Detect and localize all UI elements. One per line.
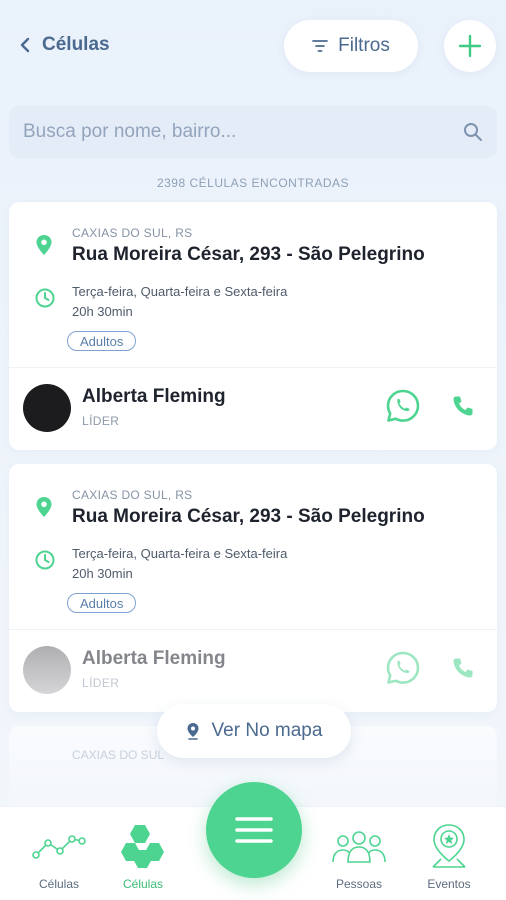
search-input[interactable] [23,121,463,143]
search-bar [9,106,497,158]
nav-label: Pessoas [335,877,383,891]
location-pin-icon [36,497,52,517]
search-icon[interactable] [463,122,483,142]
chevron-left-icon [20,37,30,53]
people-icon [332,831,386,863]
cell-time: 20h 30min [72,566,133,581]
nav-item-pessoas[interactable]: Pessoas [314,821,404,891]
audience-tag: Adultos [67,331,137,351]
hexagons-icon [121,825,164,868]
nav-item-celulas-graph[interactable]: Células [14,821,104,891]
cell-card[interactable]: CAXIAS DO SUL, RS Rua Moreira César, 293… [9,202,497,450]
view-map-button[interactable]: Ver No mapa [157,704,351,758]
nav-label: Células [38,877,80,891]
cell-card[interactable]: CAXIAS DO SUL, RS Rua Moreira César, 293… [9,464,497,712]
leader-role: LÍDER [82,676,120,690]
cell-city: CAXIAS DO SUL, RS [72,226,193,240]
view-map-label: Ver No mapa [211,720,323,741]
leader-name: Alberta Fleming [82,648,226,669]
nav-label: Eventos [427,877,471,891]
back-button[interactable]: Células [18,34,110,56]
filter-icon [312,40,329,52]
whatsapp-icon[interactable] [385,650,421,686]
cell-card-info[interactable]: CAXIAS DO SUL, RS Rua Moreira César, 293… [9,464,497,630]
leader-row: Alberta Fleming LÍDER [9,630,497,712]
cell-city: CAXIAS DO SUL [72,748,165,762]
leader-row: Alberta Fleming LÍDER [9,368,497,450]
filter-button[interactable]: Filtros [284,20,418,72]
hamburger-menu-icon [235,817,273,843]
audience-tag: Adultos [67,593,137,613]
leader-role: LÍDER [82,414,120,428]
cell-time: 20h 30min [72,304,133,319]
filter-label: Filtros [338,35,390,56]
cell-address: Rua Moreira César, 293 - São Pelegrino [72,506,425,527]
cell-days: Terça-feira, Quarta-feira e Sexta-feira [72,546,288,561]
map-pin-star-icon [432,824,466,868]
clock-icon [35,550,55,570]
nav-item-celulas-hex[interactable]: Células [98,821,188,891]
clock-icon [35,288,55,308]
plus-icon [458,34,482,58]
cell-days: Terça-feira, Quarta-feira e Sexta-feira [72,284,288,299]
avatar [23,646,71,694]
nav-item-eventos[interactable]: Eventos [404,821,494,891]
cell-card-info[interactable]: CAXIAS DO SUL, RS Rua Moreira César, 293… [9,202,497,368]
header: Células Filtros [0,0,506,100]
phone-icon[interactable] [451,394,475,418]
add-button[interactable] [444,20,496,72]
cell-city: CAXIAS DO SUL, RS [72,488,193,502]
results-count: 2398 CÉLULAS ENCONTRADAS [156,176,350,190]
menu-fab-button[interactable] [206,782,302,878]
phone-icon[interactable] [451,656,475,680]
location-pin-icon [36,235,52,255]
graph-line-icon [32,835,86,859]
map-pin-icon [187,723,199,740]
cell-address: Rua Moreira César, 293 - São Pelegrino [72,244,425,265]
back-label: Células [42,34,110,55]
leader-name: Alberta Fleming [82,386,226,407]
avatar [23,384,71,432]
whatsapp-icon[interactable] [385,388,421,424]
nav-label: Células [122,877,164,891]
